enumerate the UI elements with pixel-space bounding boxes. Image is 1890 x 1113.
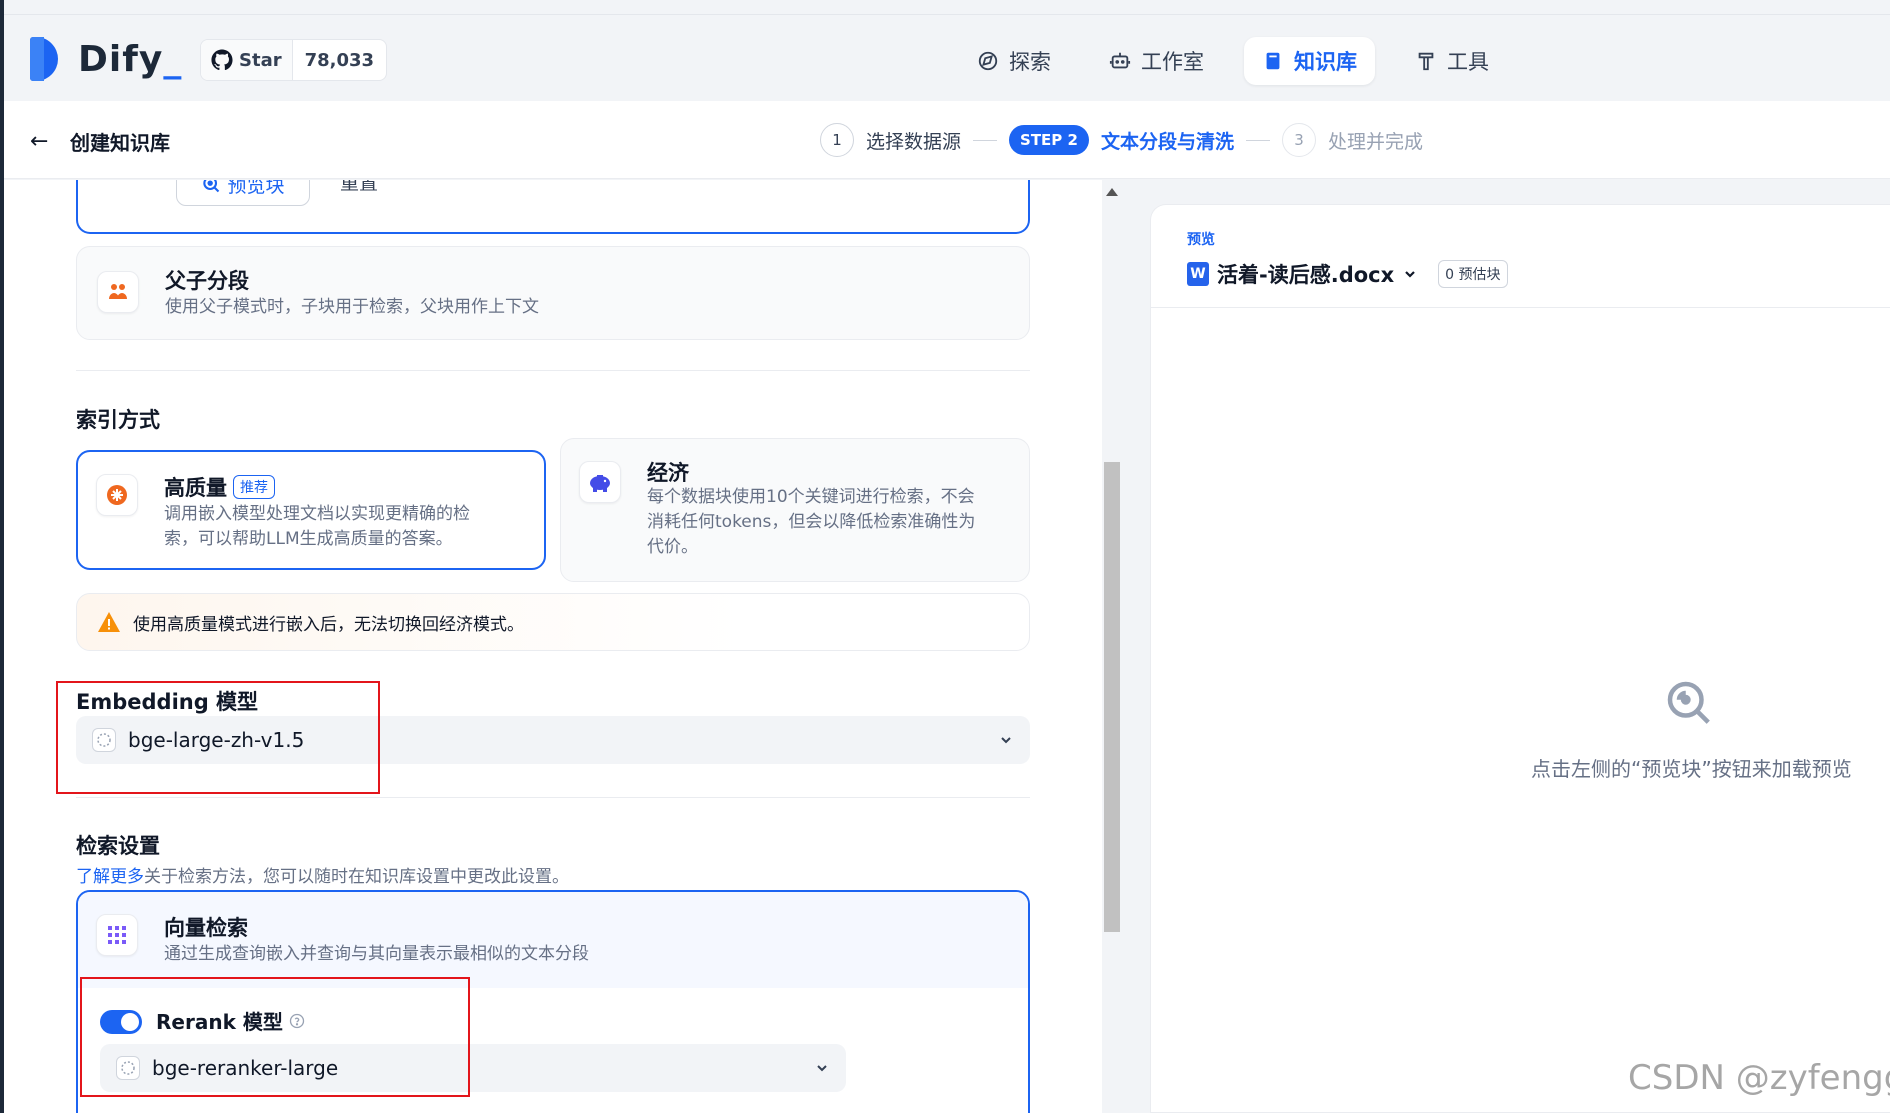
compass-icon — [978, 51, 998, 71]
arrow-left-icon[interactable]: ← — [30, 129, 48, 154]
warning-icon — [98, 612, 120, 632]
high-quality-card[interactable]: 高质量 推荐 调用嵌入模型处理文档以实现更精确的检 索，可以帮助LLM生成高质量的… — [76, 450, 546, 570]
high-quality-title-text: 高质量 — [164, 476, 227, 500]
chevron-down-icon — [1001, 737, 1011, 744]
nav-explore[interactable]: 探索 — [959, 37, 1069, 85]
sub-header: ← 创建知识库 1 选择数据源 STEP 2 文本分段与清洗 3 处理并完成 — [4, 101, 1890, 179]
parent-child-desc: 使用父子模式时，子块用于检索，父块用作上下文 — [165, 297, 539, 317]
vector-search-desc: 通过生成查询嵌入并查询与其向量表示最相似的文本分段 — [164, 944, 589, 964]
search-preview-icon — [1667, 681, 1710, 724]
economy-desc-line2: 消耗任何tokens，但会以降低检索准确性为 — [647, 512, 976, 532]
chevron-down-icon — [817, 1065, 827, 1072]
recommended-badge: 推荐 — [233, 475, 275, 499]
github-icon — [211, 49, 233, 71]
preview-divider — [1151, 307, 1890, 308]
nav-knowledge-label: 知识库 — [1294, 50, 1357, 74]
step-divider — [973, 139, 998, 141]
preview-chunks-label: 预览块 — [227, 180, 285, 197]
scroll-up-arrow-icon[interactable] — [1106, 188, 1118, 196]
nav-studio[interactable]: 工作室 — [1091, 37, 1222, 85]
high-quality-desc-line1: 调用嵌入模型处理文档以实现更精确的检 — [164, 504, 470, 524]
highlight-box-embedding — [56, 681, 380, 794]
estimated-chunks-badge: 0 预估块 — [1438, 260, 1508, 288]
economy-title: 经济 — [647, 461, 689, 485]
nav-tools[interactable]: 工具 — [1397, 37, 1507, 85]
watermark-text: CSDN @zyfengg — [1628, 1058, 1890, 1098]
stepper: 1 选择数据源 STEP 2 文本分段与清洗 3 处理并完成 — [820, 123, 1423, 157]
preview-chunks-button[interactable]: 预览块 — [176, 180, 310, 206]
parent-child-title: 父子分段 — [165, 269, 249, 293]
retrieval-desc-text: 关于检索方法，您可以随时在知识库设置中更改此设置。 — [144, 867, 569, 887]
high-quality-icon — [96, 474, 138, 516]
preview-panel: 预览 W 活着-读后感.docx 0 预估块 点击左侧的“预览块”按钮来加载预览 — [1150, 204, 1890, 1113]
high-quality-desc: 调用嵌入模型处理文档以实现更精确的检 索，可以帮助LLM生成高质量的答案。 — [164, 502, 470, 552]
step-3-number: 3 — [1281, 123, 1316, 157]
step-2-label: 文本分段与清洗 — [1100, 130, 1234, 153]
hammer-icon — [1418, 52, 1434, 71]
preview-document-selector[interactable]: W 活着-读后感.docx 0 预估块 — [1187, 259, 1508, 289]
vertical-scrollbar[interactable] — [1102, 180, 1122, 1113]
top-navbar: Dify_ Star 78,033 探索 工作室 知识库 工具 — [4, 14, 1890, 100]
index-method-title: 索引方式 — [76, 408, 160, 432]
retrieval-settings-title: 检索设置 — [76, 834, 160, 858]
main-nav: 探索 工作室 知识库 工具 — [959, 37, 1507, 85]
high-quality-desc-line2: 索，可以帮助LLM生成高质量的答案。 — [164, 529, 453, 549]
section-divider — [76, 370, 1030, 371]
step-divider — [1245, 139, 1270, 141]
step-1-number: 1 — [820, 123, 854, 157]
robot-icon — [1109, 52, 1131, 69]
github-star-button[interactable]: Star 78,033 — [200, 39, 388, 81]
parent-child-segment-card[interactable]: 父子分段 使用父子模式时，子块用于检索，父块用作上下文 — [76, 246, 1030, 340]
economy-card[interactable]: 经济 每个数据块使用10个关键词进行检索，不会 消耗任何tokens，但会以降低… — [560, 438, 1030, 582]
economy-desc: 每个数据块使用10个关键词进行检索，不会 消耗任何tokens，但会以降低检索准… — [647, 485, 975, 560]
preview-document-name: 活着-读后感.docx — [1217, 263, 1395, 287]
reset-button[interactable]: 重置 — [340, 180, 378, 195]
nav-tools-label: 工具 — [1447, 50, 1489, 74]
warning-text: 使用高质量模式进行嵌入后，无法切换回经济模式。 — [133, 614, 524, 635]
book-icon — [1266, 52, 1280, 70]
logo-mark-icon — [30, 37, 70, 81]
parent-child-icon — [97, 271, 139, 313]
learn-more-link[interactable]: 了解更多 — [76, 867, 144, 887]
section-divider — [76, 797, 1030, 798]
github-star-count: 78,033 — [304, 49, 375, 71]
nav-studio-label: 工作室 — [1141, 50, 1204, 74]
nav-knowledge[interactable]: 知识库 — [1244, 37, 1375, 85]
high-quality-title: 高质量 推荐 — [164, 472, 275, 502]
search-icon — [203, 180, 220, 193]
scrollbar-thumb[interactable] — [1104, 462, 1120, 932]
step-2-pill: STEP 2 — [1009, 125, 1089, 155]
step-1-label: 选择数据源 — [866, 130, 962, 153]
preview-label: 预览 — [1187, 232, 1215, 248]
economy-desc-line3: 代价。 — [647, 537, 698, 557]
word-doc-icon: W — [1187, 262, 1209, 286]
vector-search-title: 向量检索 — [164, 916, 248, 940]
dify-logo[interactable]: Dify_ — [30, 37, 182, 81]
github-star-label: Star — [239, 49, 282, 71]
retrieval-settings-desc: 了解更多关于检索方法，您可以随时在知识库设置中更改此设置。 — [76, 862, 569, 887]
segment-settings-panel[interactable]: 预览块 重置 父子分段 使用父子模式时，子块用于检索，父块用作上下文 索引方式 … — [4, 180, 1102, 1113]
chevron-down-icon — [1405, 271, 1415, 278]
general-segment-card[interactable]: 预览块 重置 — [76, 180, 1030, 234]
logo-text: Dify_ — [78, 38, 183, 80]
step-3-label: 处理并完成 — [1327, 130, 1423, 153]
economy-desc-line1: 每个数据块使用10个关键词进行检索，不会 — [647, 487, 975, 507]
preview-empty-text: 点击左侧的“预览块”按钮来加载预览 — [1531, 757, 1852, 781]
page-title: 创建知识库 — [70, 131, 170, 155]
piggy-bank-icon — [579, 461, 621, 503]
nav-explore-label: 探索 — [1009, 50, 1051, 74]
highlight-box-rerank — [80, 977, 470, 1097]
vector-grid-icon — [96, 914, 138, 956]
warning-banner: 使用高质量模式进行嵌入后，无法切换回经济模式。 — [76, 593, 1030, 651]
